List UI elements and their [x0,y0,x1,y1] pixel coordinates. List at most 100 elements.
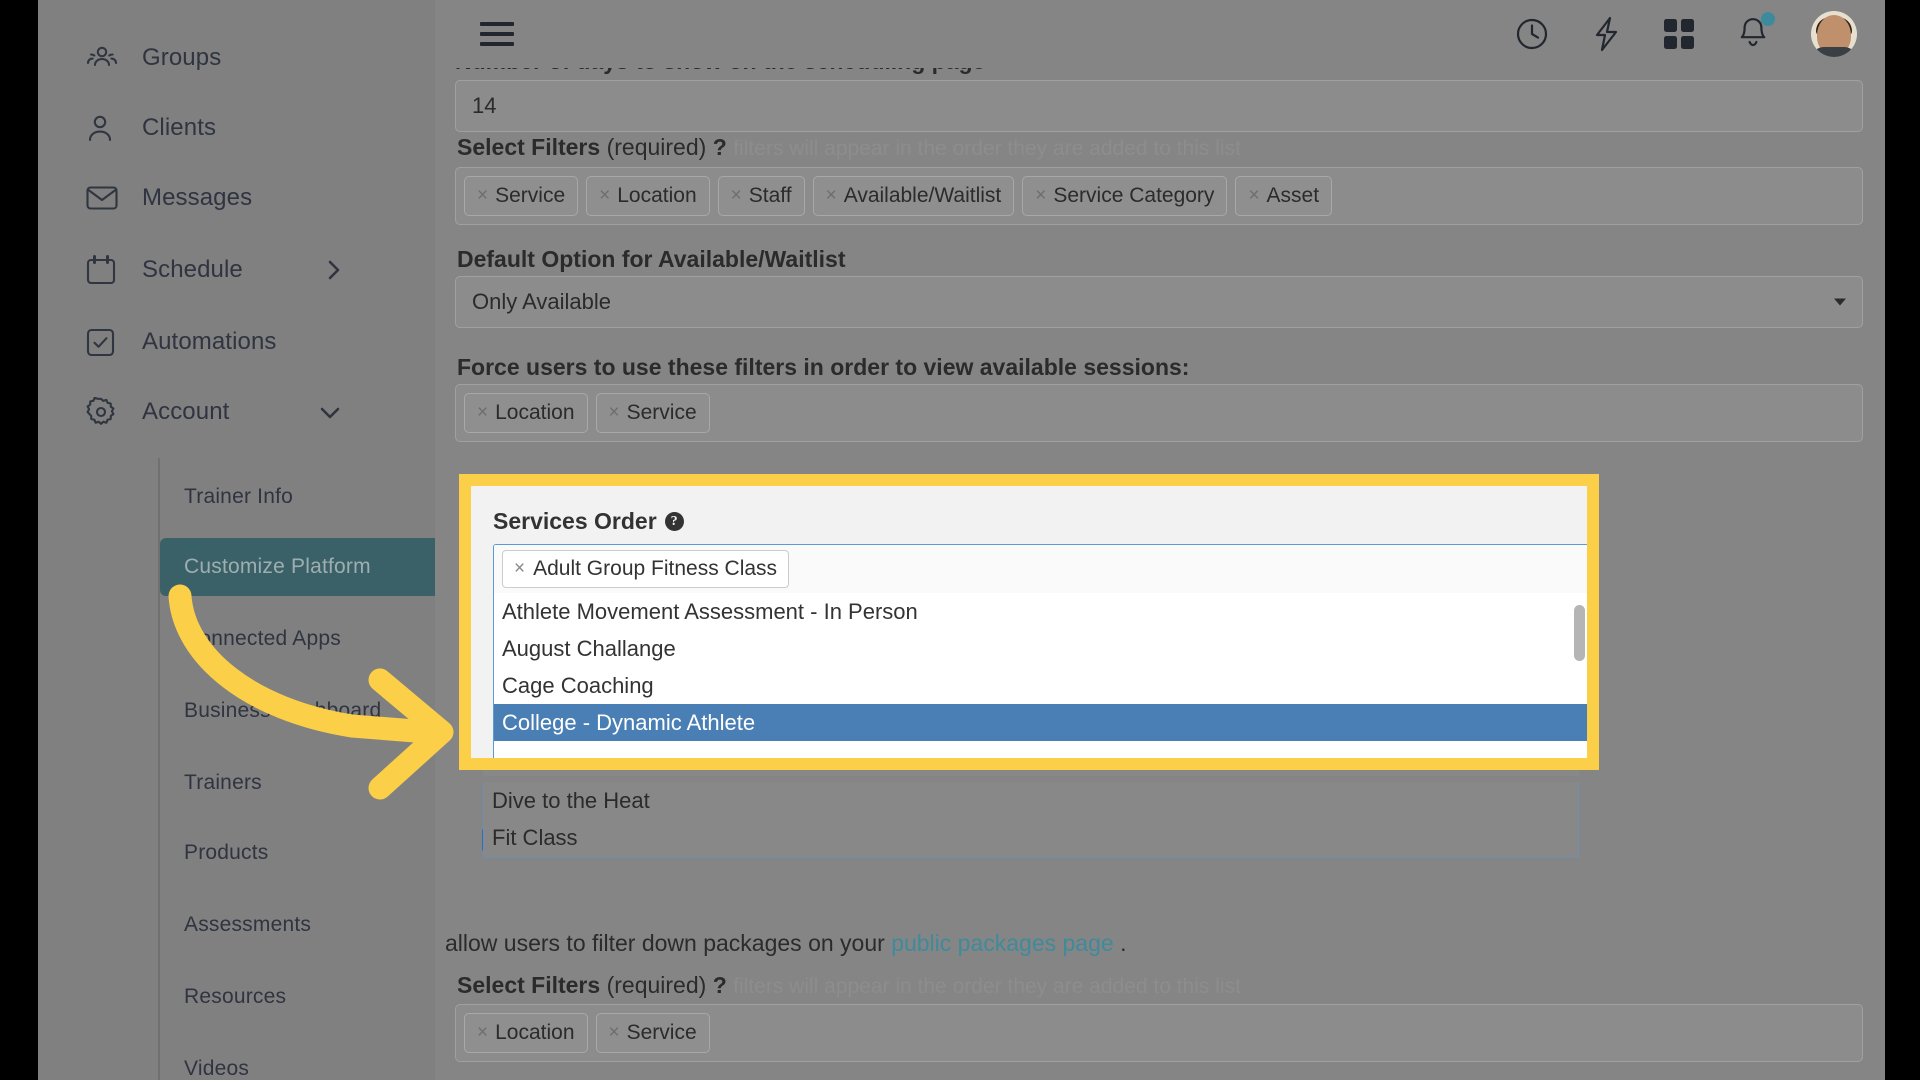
bell-notification-icon[interactable] [1737,12,1775,52]
default-option-select[interactable]: Only Available [455,276,1863,328]
packages-filters-hint: filters will appear in the order they ar… [733,975,1241,998]
filter-tag-label: Service [626,401,697,424]
avatar[interactable] [1811,11,1857,57]
filter-tag-label: Location [617,184,697,207]
sidebar-item-messages[interactable]: Messages [38,168,435,228]
sidebar-item-connected-apps[interactable]: Connected Apps [160,610,435,668]
remove-tag-icon[interactable]: × [1035,185,1046,207]
sidebar-item-automations[interactable]: Automations [38,312,435,372]
filter-tag[interactable]: × Location [464,1013,588,1053]
services-order-label-text: Services Order [493,508,657,534]
filter-tag[interactable]: × Location [464,393,588,433]
topbar-icon-group [1515,0,1857,68]
dropdown-option[interactable]: Athlete Movement Assessment - In Person [494,593,1587,630]
selected-service-chip[interactable]: × Adult Group Fitness Class [502,550,790,588]
sidebar-subitem-label: Products [184,841,269,864]
groups-icon [86,43,128,73]
filter-tag-label: Service [626,1021,697,1044]
remove-chip-icon[interactable]: × [514,558,525,580]
force-sessions-label: Force users to use these filters in orde… [457,354,1190,380]
sidebar-item-label: Account [142,398,230,425]
sidebar-item-account[interactable]: Account [38,382,435,442]
sidebar-subitem-label: Trainer Info [184,485,293,508]
calendar-icon [86,255,128,285]
sidebar-item-clients[interactable]: Clients [38,98,435,158]
dropdown-option-list[interactable]: Athlete Movement Assessment - In Person … [494,593,1587,758]
cut-off-heading: Number of days to show on the scheduling… [455,68,1863,80]
sidebar-item-trainer-info[interactable]: Trainer Info [160,468,435,526]
packages-intro-pre: allow users to filter down packages on y… [445,930,892,956]
default-option-label: Default Option for Available/Waitlist [457,246,846,272]
filter-tag[interactable]: × Service [595,1013,710,1053]
remove-tag-icon[interactable]: × [599,185,610,207]
filter-tag-label: Service [495,184,566,207]
person-icon [86,113,128,143]
chevron-down-icon[interactable] [317,404,343,421]
dropdown-list-continuation[interactable]: Dive to the Heat Fit Class Fitness Goal … [483,782,1579,858]
chevron-down-icon[interactable] [1834,298,1846,306]
chevron-right-icon[interactable] [326,257,343,283]
sidebar-item-label: Schedule [142,256,243,283]
filter-tag-label: Available/Waitlist [843,184,1002,207]
question-mark-help-icon[interactable]: ? [664,512,684,531]
sidebar-item-groups[interactable]: Groups [38,28,435,88]
dropdown-option[interactable]: Fitness Goal 2024 [484,856,1578,857]
filter-tag[interactable]: × Service Category [1022,176,1228,216]
sidebar-item-label: Messages [142,184,253,211]
filter-tag[interactable]: × Available/Waitlist [812,176,1015,216]
sidebar-item-videos[interactable]: Videos [160,1040,435,1080]
remove-tag-icon[interactable]: × [609,1022,620,1044]
services-order-label: Services Order ? [493,508,684,535]
sidebar-subitem-label: Business Dashboard [184,699,382,722]
dropdown-option[interactable]: August Challange [494,630,1587,667]
public-packages-page-link[interactable]: public packages page [891,930,1114,956]
packages-filters-help[interactable]: ? [713,972,727,998]
sidebar-item-schedule[interactable]: Schedule [38,240,435,300]
sessions-filters-hint: filters will appear in the order they ar… [733,137,1241,160]
force-sessions-tagbox[interactable]: × Location × Service [455,384,1863,442]
hamburger-menu-icon[interactable] [480,19,514,49]
remove-tag-icon[interactable]: × [731,185,742,207]
services-order-multiselect[interactable]: × Adult Group Fitness Class Athlete Move… [493,544,1587,758]
dropdown-option[interactable]: Cage Coaching [494,667,1587,704]
dropdown-option[interactable]: Dive to the Heat [484,782,1578,819]
sidebar-item-trainers[interactable]: Trainers [160,754,435,812]
filter-tag[interactable]: × Staff [717,176,805,216]
remove-tag-icon[interactable]: × [477,402,488,424]
sidebar-item-resources[interactable]: Resources [160,968,435,1026]
sidebar-item-label: Groups [142,44,222,71]
filter-tag[interactable]: × Service [595,393,710,433]
envelope-icon [86,185,128,211]
remove-tag-icon[interactable]: × [477,185,488,207]
remove-tag-icon[interactable]: × [1248,185,1259,207]
filter-tag[interactable]: × Asset [1235,176,1333,216]
clock-icon[interactable] [1515,17,1549,51]
sessions-filters-label-bold: Select Filters [457,134,601,160]
sessions-filters-tagbox[interactable]: × Service × Location × Staff × Available/Wai… [455,167,1863,225]
dropdown-option-selected[interactable]: College - Dynamic Athlete [494,704,1587,741]
packages-intro-text: allow users to filter down packages on y… [445,930,1126,957]
filter-tag[interactable]: × Service [464,176,579,216]
sessions-filters-label-required: (required) [606,134,707,160]
remove-tag-icon[interactable]: × [826,185,837,207]
sidebar-item-assessments[interactable]: Assessments [160,896,435,954]
packages-intro-post: . [1113,930,1127,956]
sessions-filters-help[interactable]: ? [713,134,727,160]
screenshot-root: Groups Clients Messages Schedule Automat… [0,0,1920,1080]
filter-tag-label: Staff [748,184,792,207]
sidebar-item-business-dashboard[interactable]: Business Dashboard [160,682,435,740]
days-input[interactable]: 14 [455,80,1863,132]
packages-filters-label-bold: Select Filters [457,972,601,998]
sidebar-item-customize-platform[interactable]: Customize Platform [160,538,435,596]
remove-tag-icon[interactable]: × [609,402,620,424]
sidebar-item-products[interactable]: Products [160,824,435,882]
filter-tag[interactable]: × Location [586,176,710,216]
filter-tag-label: Location [495,401,575,424]
packages-filters-tagbox[interactable]: × Location × Service [455,1004,1863,1062]
dropdown-scrollbar-thumb[interactable] [1574,605,1585,661]
remove-tag-icon[interactable]: × [477,1022,488,1044]
lightning-bolt-icon[interactable] [1591,16,1621,52]
dropdown-option[interactable]: Fit Class [484,819,1578,856]
sidebar-subitem-label: Customize Platform [184,555,371,578]
grid-apps-icon[interactable] [1663,18,1695,50]
